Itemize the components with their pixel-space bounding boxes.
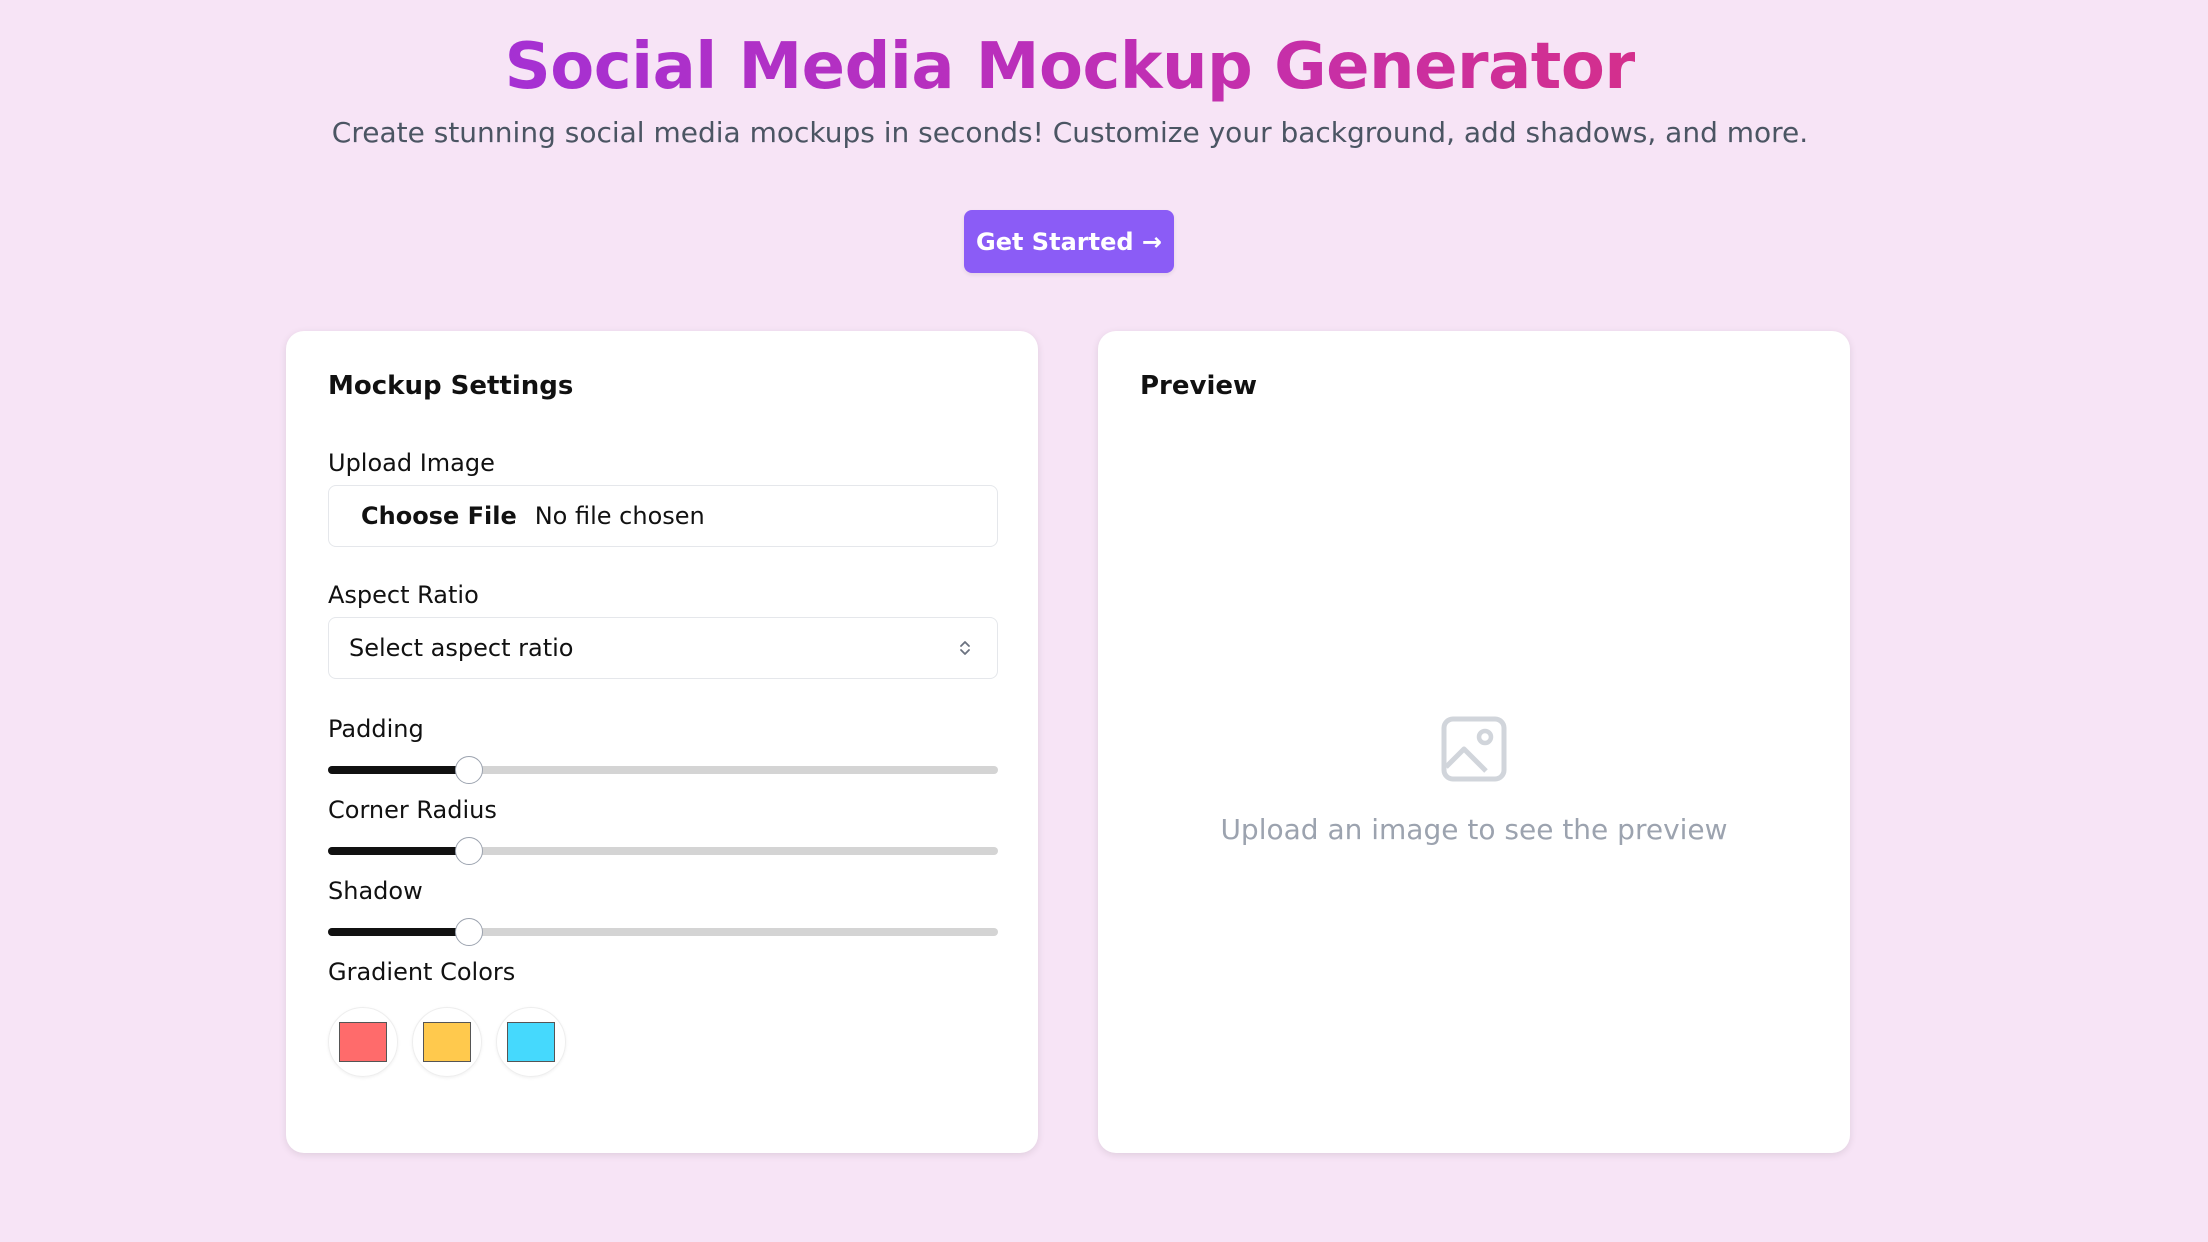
corner-radius-slider[interactable] — [328, 836, 998, 866]
aspect-ratio-label: Aspect Ratio — [328, 581, 479, 609]
choose-file-button[interactable]: Choose File — [361, 502, 517, 530]
preview-title: Preview — [1140, 371, 1258, 401]
file-status: No file chosen — [534, 502, 705, 530]
aspect-ratio-select[interactable]: Select aspect ratio — [328, 617, 998, 679]
page-title: Social Media Mockup Generator — [504, 30, 1636, 104]
color-picker-2[interactable] — [412, 1007, 482, 1077]
padding-slider[interactable] — [328, 755, 998, 785]
settings-title: Mockup Settings — [328, 371, 574, 401]
slider-fill — [328, 928, 469, 936]
color-swatch — [507, 1022, 555, 1062]
slider-thumb[interactable] — [454, 756, 483, 784]
chevron-up-down-icon — [960, 641, 970, 655]
color-picker-3[interactable] — [496, 1007, 566, 1077]
preview-empty-text: Upload an image to see the preview — [1220, 813, 1728, 846]
slider-thumb[interactable] — [454, 837, 483, 865]
color-swatch — [339, 1022, 387, 1062]
preview-card: Preview Upload an image to see the previ… — [1098, 331, 1850, 1153]
image-icon — [1441, 716, 1507, 782]
corner-radius-label: Corner Radius — [328, 796, 497, 824]
padding-label: Padding — [328, 715, 424, 743]
slider-fill — [328, 847, 469, 855]
slider-fill — [328, 766, 469, 774]
preview-empty-state: Upload an image to see the preview — [1098, 715, 1850, 846]
shadow-label: Shadow — [328, 877, 423, 905]
page-subtitle: Create stunning social media mockups in … — [331, 116, 1809, 149]
upload-image-label: Upload Image — [328, 449, 495, 477]
color-swatch — [423, 1022, 471, 1062]
file-input[interactable]: Choose File No file chosen — [328, 485, 998, 547]
get-started-button[interactable]: Get Started → — [964, 210, 1174, 273]
mockup-settings-card: Mockup Settings Upload Image Choose File… — [286, 331, 1038, 1153]
shadow-slider[interactable] — [328, 917, 998, 947]
gradient-colors-label: Gradient Colors — [328, 958, 516, 986]
aspect-ratio-value: Select aspect ratio — [349, 634, 574, 662]
color-picker-1[interactable] — [328, 1007, 398, 1077]
slider-thumb[interactable] — [454, 918, 483, 946]
gradient-swatches — [328, 1007, 566, 1077]
